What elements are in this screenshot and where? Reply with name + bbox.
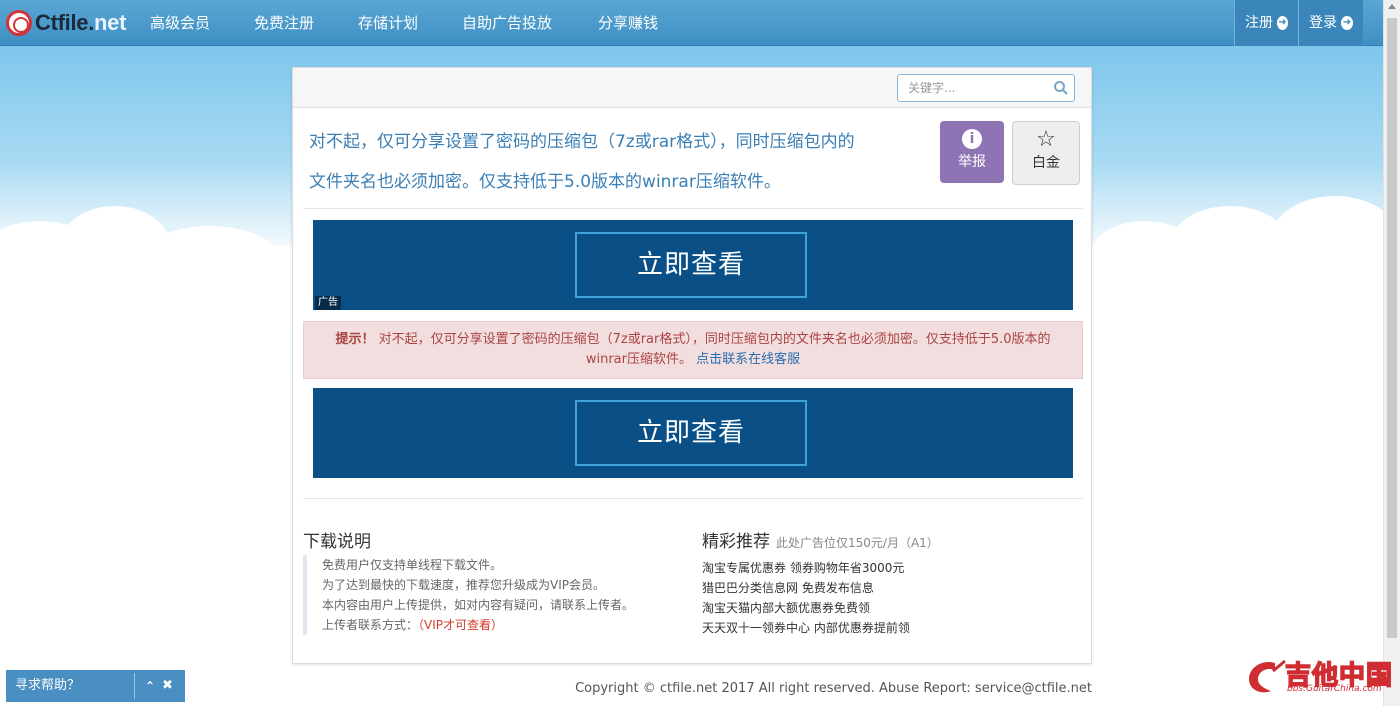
star-icon: ☆ [1036,127,1056,152]
download-notes: 免费用户仅支持单线程下载文件。 为了达到最快的下载速度，推荐您升级成为VIP会员… [303,555,683,635]
recommend-item[interactable]: 猎巴巴分类信息网 免费发布信息 [702,578,910,598]
vertical-scrollbar[interactable] [1383,0,1400,706]
register-button[interactable]: 注册 ➜ [1234,0,1298,46]
platinum-button[interactable]: ☆ 白金 [1012,121,1080,185]
guitar-logo-icon [1249,659,1286,693]
info-icon: i [962,129,982,149]
recommend-item[interactable]: 天天双十一领券中心 内部优惠券提前领 [702,618,910,638]
search-icon[interactable] [1053,80,1069,96]
nav-item-share-earn[interactable]: 分享赚钱 [598,0,658,46]
download-note: 本内容由用户上传提供，如对内容有疑问，请联系上传者。 [322,598,635,612]
footer-copyright: Copyright © ctfile.net 2017 All right re… [575,681,1092,696]
nav-item-storage-plan[interactable]: 存储计划 [358,0,418,46]
help-separator [134,673,135,699]
alert-notice: 提示！ 对不起，仅可分享设置了密码的压缩包（7z或rar格式），同时压缩包内的文… [303,321,1083,379]
scroll-up-icon[interactable] [1388,4,1396,9]
site-watermark: 吉他中国 bbs.GuitarChina.com [1245,655,1395,697]
recommend-title: 精彩推荐 此处广告位仅150元/月（A1） [702,527,939,552]
download-note: 免费用户仅支持单线程下载文件。 [322,558,503,572]
register-label: 注册 [1245,15,1273,31]
download-note: 为了达到最快的下载速度，推荐您升级成为VIP会员。 [322,578,605,592]
contact-support-link[interactable]: 点击联系在线客服 [696,352,800,367]
recommend-heading: 精彩推荐 [702,532,770,552]
share-notice: 对不起，仅可分享设置了密码的压缩包（7z或rar格式），同时压缩包内的 文件夹名… [309,122,909,202]
uploader-vip-only[interactable]: （VIP才可查看） [418,618,503,632]
watermark-url: bbs.GuitarChina.com [1287,684,1382,694]
search-input[interactable]: 关键字... [897,74,1075,102]
ad-view-now-button[interactable]: 立即查看 [575,232,807,298]
ad-tag: 广告 [315,296,341,310]
nav-item-self-ads[interactable]: 自助广告投放 [462,0,552,46]
scroll-thumb[interactable] [1387,18,1397,638]
arrow-right-icon: ➜ [1277,16,1288,30]
help-widget[interactable]: 寻求帮助？ ⌃ ✖ [6,670,185,702]
ad-banner-1[interactable]: 立即查看 广告 [313,220,1073,310]
platinum-label: 白金 [1032,155,1060,171]
uploader-label: 上传者联系方式： [322,618,419,632]
report-label: 举报 [958,154,986,170]
login-label: 登录 [1309,15,1337,31]
recommend-subtitle: 此处广告位仅150元/月（A1） [776,536,939,550]
report-button[interactable]: i 举报 [940,121,1004,183]
download-title: 下载说明 [303,532,371,552]
alert-prefix: 提示！ [335,332,375,347]
chevron-up-icon[interactable]: ⌃ [145,670,155,702]
logo-icon [6,10,32,36]
site-logo[interactable]: Ctfile.net [6,8,126,38]
divider [303,498,1083,499]
notice-line-1: 对不起，仅可分享设置了密码的压缩包（7z或rar格式），同时压缩包内的 [309,132,855,152]
ad-banner-2[interactable]: 立即查看 [313,388,1073,478]
nav-item-register-free[interactable]: 免费注册 [254,0,314,46]
nav-item-premium[interactable]: 高级会员 [150,0,210,46]
login-button[interactable]: 登录 ➜ [1298,0,1363,46]
search-placeholder: 关键字... [908,81,956,95]
card-header: 关键字... [293,68,1091,108]
ad-view-now-button[interactable]: 立即查看 [575,400,807,466]
arrow-right-icon: ➜ [1341,16,1353,30]
recommend-item[interactable]: 淘宝专属优惠券 领券购物年省3000元 [702,558,910,578]
logo-text: Ctfile.net [35,10,127,35]
recommend-item[interactable]: 淘宝天猫内部大额优惠券免费领 [702,598,910,618]
top-navbar: Ctfile.net 高级会员 免费注册 存储计划 自助广告投放 分享赚钱 注册… [0,0,1383,46]
divider [303,208,1083,209]
file-card: 关键字... 对不起，仅可分享设置了密码的压缩包（7z或rar格式），同时压缩包… [292,67,1092,664]
recommend-list: 淘宝专属优惠券 领券购物年省3000元 猎巴巴分类信息网 免费发布信息 淘宝天猫… [702,558,910,638]
notice-line-2: 文件夹名也必须加密。仅支持低于5.0版本的winrar压缩软件。 [309,172,781,192]
help-label[interactable]: 寻求帮助？ [15,670,80,702]
close-icon[interactable]: ✖ [162,670,173,702]
uploader-contact: 上传者联系方式：（VIP才可查看） [322,615,683,635]
